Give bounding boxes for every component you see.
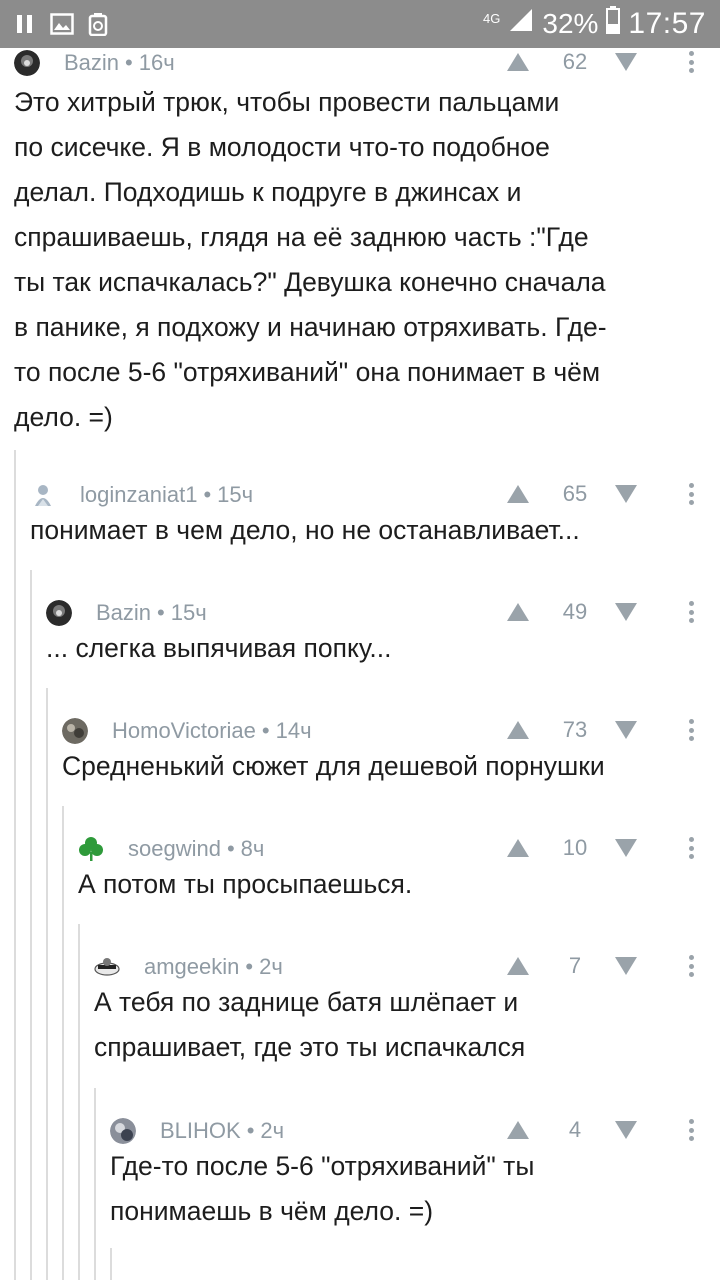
comment-text: А тебя по заднице батя шлёпает и спрашив… bbox=[94, 987, 526, 1062]
comment-meta: HomoVictoriae • 14ч bbox=[112, 718, 312, 743]
status-bar-left bbox=[14, 12, 108, 41]
more-menu-icon[interactable] bbox=[688, 719, 694, 741]
downvote-icon[interactable] bbox=[614, 484, 638, 504]
downvote-icon[interactable] bbox=[614, 602, 638, 622]
comment: soegwind • 8ч 10 А потом ты просыпаешься. bbox=[78, 834, 720, 924]
upvote-icon[interactable] bbox=[506, 1120, 530, 1140]
comment-thread: Bazin • 16ч 62 Это хитрый трюк, чтобы пров… bbox=[0, 48, 720, 1280]
comment-header: BLIHOK • 2ч 4 bbox=[110, 1116, 720, 1146]
comment-score: 73 bbox=[562, 717, 588, 742]
network-type: 4G bbox=[483, 10, 501, 26]
username[interactable]: soegwind bbox=[128, 836, 221, 861]
comment-time: 8ч bbox=[240, 836, 265, 861]
comment: Bazin • 15ч 49 ... слегка выпячивая попку.… bbox=[46, 598, 720, 688]
recycle-icon bbox=[88, 12, 108, 41]
battery-icon bbox=[606, 6, 621, 42]
comment-text: ... слегка выпячивая попку... bbox=[46, 633, 392, 663]
avatar[interactable] bbox=[94, 954, 120, 980]
more-menu-icon[interactable] bbox=[688, 1119, 694, 1141]
comment: Bazin • 16ч 62 Это хитрый трюк, чтобы пров… bbox=[14, 48, 720, 448]
downvote-icon[interactable] bbox=[614, 720, 638, 740]
thread-line bbox=[46, 688, 48, 1280]
pause-icon bbox=[14, 13, 36, 40]
comment-text: Где-то после 5-6 "отряхиваний" ты понима… bbox=[110, 1151, 535, 1226]
username[interactable]: Bazin bbox=[64, 50, 119, 75]
comment-score: 4 bbox=[568, 1117, 582, 1142]
comment-score: 7 bbox=[568, 953, 582, 978]
more-menu-icon[interactable] bbox=[688, 837, 694, 859]
comment-score: 65 bbox=[562, 481, 588, 506]
image-icon bbox=[50, 13, 74, 40]
avatar[interactable] bbox=[30, 482, 56, 508]
comment-meta: Bazin • 15ч bbox=[96, 600, 207, 625]
comment-time: 16ч bbox=[138, 50, 175, 75]
upvote-icon[interactable] bbox=[506, 484, 530, 504]
more-menu-icon[interactable] bbox=[688, 51, 694, 73]
upvote-icon[interactable] bbox=[506, 52, 530, 72]
comment-header: amgeekin • 2ч 7 bbox=[94, 952, 720, 982]
avatar[interactable] bbox=[14, 50, 40, 76]
username[interactable]: HomoVictoriae bbox=[112, 718, 256, 743]
comment-score: 49 bbox=[562, 599, 588, 624]
avatar[interactable] bbox=[78, 836, 104, 862]
upvote-icon[interactable] bbox=[506, 602, 530, 622]
more-menu-icon[interactable] bbox=[688, 601, 694, 623]
thread-line bbox=[14, 450, 16, 1280]
comment-score: 62 bbox=[562, 49, 588, 74]
thread-line bbox=[94, 1088, 96, 1280]
comment-text: А потом ты просыпаешься. bbox=[78, 869, 413, 899]
upvote-icon[interactable] bbox=[506, 956, 530, 976]
comment-time: 15ч bbox=[170, 600, 207, 625]
upvote-icon[interactable] bbox=[506, 838, 530, 858]
comment-meta: amgeekin • 2ч bbox=[144, 954, 283, 979]
comment-score: 10 bbox=[562, 835, 588, 860]
comment-meta: soegwind • 8ч bbox=[128, 836, 265, 861]
avatar[interactable] bbox=[46, 600, 72, 626]
upvote-icon[interactable] bbox=[506, 720, 530, 740]
comment-header: soegwind • 8ч 10 bbox=[78, 834, 720, 864]
comment-meta: BLIHOK • 2ч bbox=[160, 1118, 285, 1143]
downvote-icon[interactable] bbox=[614, 52, 638, 72]
avatar[interactable] bbox=[62, 718, 88, 744]
comment: loginzaniat1 • 15ч 65 понимает в чем дело,… bbox=[30, 480, 720, 570]
comment-time: 2ч bbox=[260, 1118, 285, 1143]
status-bar-right: 4G 32% 17:57 bbox=[483, 6, 706, 42]
more-menu-icon[interactable] bbox=[688, 955, 694, 977]
comment-header: HomoVictoriae • 14ч 73 bbox=[62, 716, 720, 746]
comment-time: 15ч bbox=[217, 482, 254, 507]
username[interactable]: BLIHOK bbox=[160, 1118, 241, 1143]
comment-header: Bazin • 15ч 49 bbox=[46, 598, 720, 628]
comment-meta: Bazin • 16ч bbox=[64, 50, 175, 75]
comment-text: Средненький сюжет для дешевой порнушки bbox=[62, 751, 605, 781]
comment: HomoVictoriae • 14ч 73 Средненький сюжет д… bbox=[62, 716, 720, 806]
more-menu-icon[interactable] bbox=[688, 483, 694, 505]
comment-time: 2ч bbox=[259, 954, 283, 979]
username[interactable]: loginzaniat1 bbox=[80, 482, 197, 507]
comment-header: Bazin • 16ч 62 bbox=[14, 48, 720, 78]
avatar[interactable] bbox=[110, 1118, 136, 1144]
signal-icon bbox=[508, 7, 534, 41]
thread-line bbox=[62, 806, 64, 1280]
username[interactable]: Bazin bbox=[96, 600, 151, 625]
comment: amgeekin • 2ч 7 А тебя по заднице батя шлё… bbox=[94, 952, 720, 1088]
thread-line bbox=[78, 924, 80, 1280]
username[interactable]: amgeekin bbox=[144, 954, 239, 979]
comment-text: Это хитрый трюк, чтобы провести пальцами… bbox=[14, 87, 607, 432]
downvote-icon[interactable] bbox=[614, 838, 638, 858]
comment-meta: loginzaniat1 • 15ч bbox=[80, 482, 254, 507]
battery-percent: 32% bbox=[542, 8, 599, 39]
clock: 17:57 bbox=[628, 7, 706, 40]
status-bar: 4G 32% 17:57 bbox=[0, 0, 720, 48]
comment-time: 14ч bbox=[275, 718, 312, 743]
comment: BLIHOK • 2ч 4 Где-то после 5-6 "отряхивани… bbox=[110, 1116, 720, 1256]
comment-header: loginzaniat1 • 15ч 65 bbox=[30, 480, 720, 510]
downvote-icon[interactable] bbox=[614, 956, 638, 976]
downvote-icon[interactable] bbox=[614, 1120, 638, 1140]
thread-line bbox=[30, 570, 32, 1280]
comment-text: понимает в чем дело, но не останавливает… bbox=[30, 515, 580, 545]
